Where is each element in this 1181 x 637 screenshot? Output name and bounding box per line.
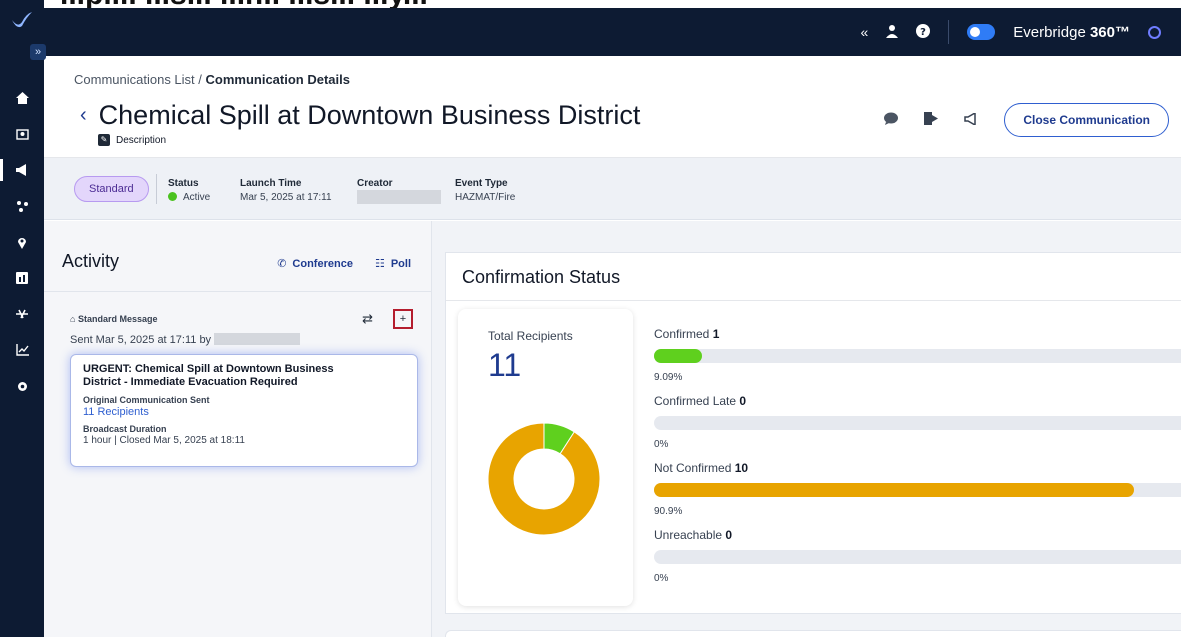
- page-title: Chemical Spill at Downtown Business Dist…: [98, 100, 641, 130]
- status-row: Confirmed Late 0 0%: [654, 394, 1181, 451]
- brand-circle-icon[interactable]: [1148, 25, 1161, 39]
- duration-label: Broadcast Duration: [83, 424, 167, 434]
- launch-time-field: Launch Time Mar 5, 2025 at 17:11: [240, 178, 332, 203]
- page-header: Communications List / Communication Deta…: [44, 56, 1181, 158]
- progress-track: [654, 550, 1181, 564]
- recipients-link[interactable]: 11 Recipients: [83, 406, 405, 418]
- resend-icon[interactable]: ⇄: [362, 311, 373, 327]
- message-card[interactable]: URGENT: Chemical Spill at Downtown Busin…: [70, 354, 418, 467]
- confirmation-bars: Confirmed 1 9.09% Confirmed Late 0 0% Not Co…: [654, 327, 1181, 595]
- status-row-label: Confirmed Late 0: [654, 394, 747, 408]
- description-label: Description: [116, 134, 167, 146]
- progress-track: [654, 416, 1181, 430]
- conference-button[interactable]: ✆ Conference: [277, 257, 353, 270]
- close-communication-button[interactable]: Close Communication: [1004, 103, 1169, 137]
- status-row-label: Not Confirmed 10: [654, 461, 749, 475]
- settings-icon[interactable]: [0, 368, 44, 404]
- progress-track: [654, 483, 1181, 497]
- event-type-field: Event Type HAZMAT/Fire: [455, 178, 516, 203]
- status-row-label: Unreachable 0: [654, 528, 733, 542]
- location-icon[interactable]: [0, 224, 44, 260]
- top-right-controls: « ? Everbridge 360™: [860, 8, 1161, 56]
- user-icon[interactable]: [886, 24, 899, 41]
- redacted-sender: [214, 333, 301, 345]
- message-type-label: ⌂ Standard Message: [70, 314, 158, 324]
- status-row-count: 0: [725, 528, 733, 542]
- status-row-count: 10: [734, 461, 749, 475]
- donut-slice: [487, 422, 601, 536]
- poll-icon: ☷: [374, 258, 385, 270]
- status-row-percent: 9.09%: [654, 372, 683, 383]
- message-title: URGENT: Chemical Spill at Downtown Busin…: [83, 363, 334, 388]
- redacted-creator: [357, 190, 441, 204]
- activity-panel: Activity ✆ Conference ☷ Poll ⌂ Standard Me…: [44, 221, 432, 637]
- status-row-percent: 0%: [654, 573, 669, 584]
- status-row-percent: 0%: [654, 439, 669, 450]
- confirmation-donut-chart: [487, 422, 601, 536]
- creator-field: Creator: [357, 178, 441, 207]
- message-icon: ⌂: [70, 314, 76, 324]
- dashboard-icon[interactable]: [0, 260, 44, 296]
- duration-value: 1 hour | Closed Mar 5, 2025 at 18:11: [83, 435, 245, 446]
- sidebar: »: [0, 0, 46, 637]
- mode-toggle[interactable]: [967, 24, 996, 40]
- contacts-icon[interactable]: [0, 116, 44, 152]
- svg-text:?: ?: [920, 27, 926, 38]
- total-recipients-label: Total Recipients: [488, 329, 573, 343]
- communications-icon[interactable]: [0, 152, 44, 188]
- help-icon[interactable]: ?: [916, 23, 931, 41]
- total-recipients-card: Total Recipients 11: [458, 309, 633, 606]
- megaphone-icon[interactable]: [964, 111, 978, 128]
- original-sent-label: Original Communication Sent: [83, 395, 210, 405]
- divider: [156, 174, 157, 204]
- everbridge-logo: [12, 12, 32, 28]
- total-recipients-value: 11: [488, 347, 522, 383]
- phone-ring-icon: ✆: [277, 258, 287, 270]
- add-followup-icon[interactable]: +: [393, 309, 413, 329]
- progress-track: [654, 349, 1181, 363]
- integration-icon[interactable]: [0, 296, 44, 332]
- status-field: Status Active: [168, 178, 211, 203]
- status-row: Not Confirmed 10 90.9%: [654, 461, 1181, 518]
- status-row-percent: 90.9%: [654, 506, 683, 517]
- divider: [446, 300, 1181, 301]
- poll-button[interactable]: ☷ Poll: [375, 257, 411, 270]
- status-row: Confirmed 1 9.09%: [654, 327, 1181, 384]
- cropped-caption: ...pl... ...s... ...r... ...s... ...y...: [0, 0, 1181, 8]
- status-row-count: 0: [739, 394, 747, 408]
- type-badge: Standard: [74, 176, 149, 202]
- chat-icon[interactable]: [884, 112, 899, 128]
- back-chevron-icon[interactable]: ‹: [80, 104, 87, 127]
- separator: [948, 20, 950, 44]
- activity-title: Activity: [62, 251, 120, 271]
- divider: [44, 291, 432, 292]
- confirmation-status-panel: Confirmation Status Total Recipients 11 …: [445, 252, 1181, 614]
- description-toggle[interactable]: ✎ Description: [98, 134, 166, 146]
- analytics-icon[interactable]: [0, 332, 44, 368]
- breadcrumb-parent-link[interactable]: Communications List: [74, 72, 195, 87]
- status-row: Unreachable 0 0%: [654, 528, 1181, 585]
- next-panel: [445, 630, 1181, 637]
- communication-info-bar: Standard Status Active Launch Time Mar 5…: [44, 158, 1181, 220]
- export-icon[interactable]: [924, 112, 939, 128]
- breadcrumb: Communications List / Communication Deta…: [74, 72, 350, 87]
- status-value: Active: [183, 192, 211, 203]
- brand-name: Everbridge 360™: [1013, 23, 1130, 41]
- progress-fill: [654, 349, 702, 363]
- incidents-icon[interactable]: [0, 188, 44, 224]
- main-content: Activity ✆ Conference ☷ Poll ⌂ Standard Me…: [44, 221, 1181, 637]
- breadcrumb-current: Communication Details: [205, 72, 350, 87]
- sent-info: Sent Mar 5, 2025 at 17:11 by: [70, 333, 301, 346]
- edit-icon: ✎: [98, 134, 110, 146]
- status-row-label: Confirmed 1: [654, 327, 720, 341]
- collapse-icon[interactable]: «: [860, 24, 868, 40]
- expand-sidebar-button[interactable]: »: [30, 44, 46, 60]
- home-icon[interactable]: [0, 80, 44, 116]
- progress-fill: [654, 483, 1134, 497]
- confirmation-title: Confirmation Status: [462, 267, 621, 287]
- caption-text: ...pl... ...s... ...r... ...s... ...y...: [60, 0, 428, 8]
- status-row-count: 1: [712, 327, 720, 341]
- status-dot-icon: [168, 192, 177, 201]
